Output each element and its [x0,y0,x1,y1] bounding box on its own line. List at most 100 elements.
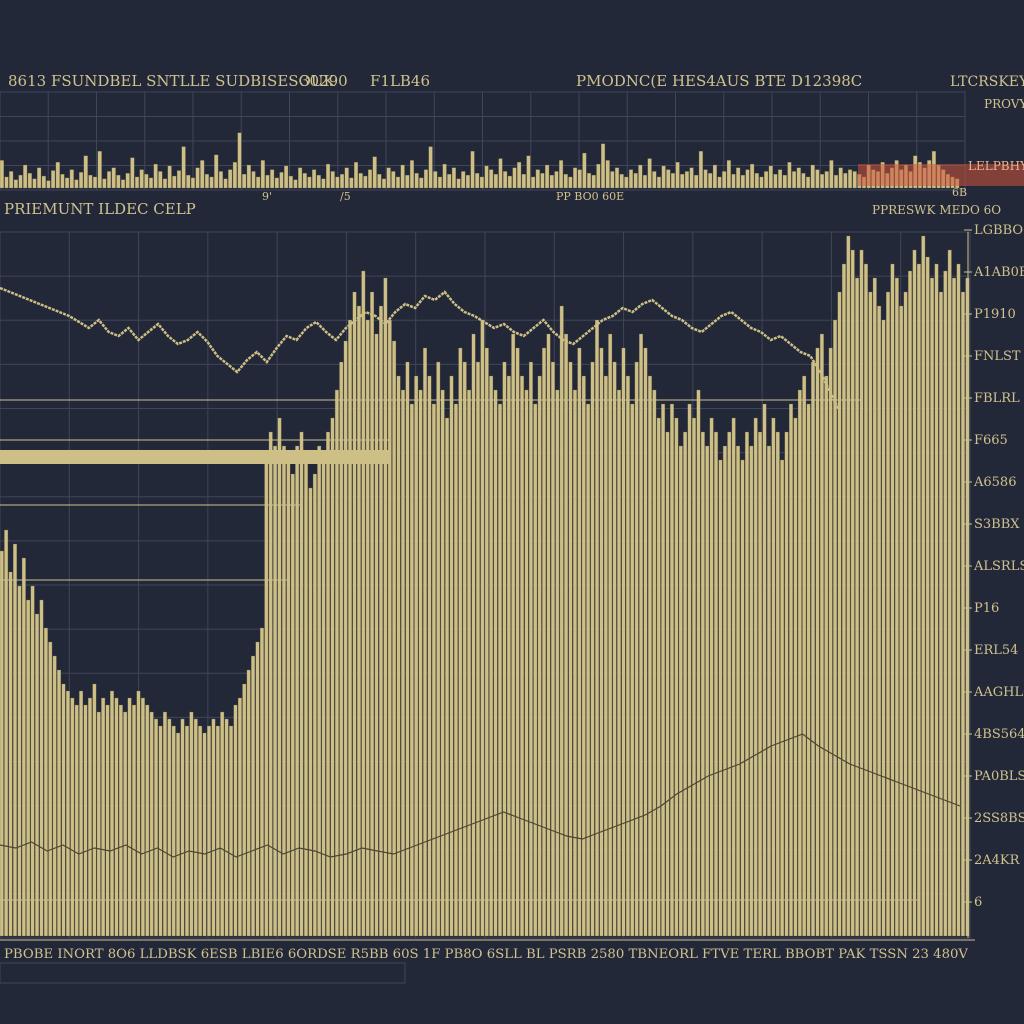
upper-volume-bar [423,169,428,189]
upper-volume-bar [666,169,671,189]
main-volume-bar [211,718,216,937]
upper-volume-bar [554,171,559,189]
main-volume-bar [220,711,225,937]
upper-volume-bar [148,177,154,189]
main-volume-bar [489,375,494,937]
upper-volume-bar [768,165,773,189]
main-volume-bar [498,403,502,937]
upper-volume-bar [228,169,233,189]
main-volume-bar [476,361,480,937]
upper-volume-bar [97,151,102,189]
main-volume-bar [894,277,899,937]
upper-volume-bar [79,172,84,189]
main-volume-bar [65,690,70,937]
upper-volume-bar [186,174,191,189]
upper-volume-bar [601,143,606,189]
upper-volume-bar [293,179,298,189]
upper-volume-bar [573,167,578,189]
main-volume-bar [617,389,621,937]
upper-volume-bar [493,174,498,189]
main-volume-bar [656,417,661,937]
main-volume-bar [445,417,450,937]
upper-volume-bar [829,160,834,189]
upper-volume-bar [512,167,517,189]
upper-volume-bar [540,173,545,189]
main-volume-bar [555,389,560,937]
bottom-axis-labels: PBOBE INORT 8O6 LLDBSK 6ESB LBIE6 6ORDSE… [4,947,969,962]
upper-volume-bar [218,171,223,189]
main-volume-bar [868,291,873,937]
main-volume-bar [947,249,952,937]
main-volume-bar [198,725,203,937]
upper-volume-bar [204,174,209,189]
main-volume-bar [833,319,838,937]
main-volume-bar [180,718,185,937]
upper-volume-bar [610,171,615,189]
main-volume-bar [259,627,264,937]
upper-volume-bar [712,164,717,189]
main-volume-bar [956,263,961,937]
upper-volume-bar [51,170,56,189]
main-volume-bar [21,557,26,937]
upper-volume-bar [116,174,121,189]
main-volume-bar [48,641,53,937]
upper-volume-bar [489,169,494,189]
upper-volume-bar [605,160,610,189]
main-volume-bar [912,249,917,937]
upper-volume-bar [619,174,624,189]
main-volume-bar [921,235,926,937]
upper-volume-bar [461,171,466,189]
main-volume-bar [515,347,520,937]
main-volume-bar [603,375,608,937]
main-volume-bar [52,655,57,937]
main-volume-bar [427,375,432,937]
upper-volume-bar [717,176,722,189]
upper-volume-bar [428,146,433,189]
main-volume-bar [916,263,921,937]
upper-volume-bar [200,160,205,189]
main-volume-bar [326,431,330,937]
main-volume-bar [343,340,348,937]
upper-volume-bar [246,164,251,189]
main-volume-bar [387,319,392,937]
main-volume-bar [771,417,776,937]
main-volume-bar [727,431,732,937]
upper-volume-bar [680,174,685,189]
main-volume-bar [828,347,833,937]
price-axis-label: ERL54 [974,643,1018,658]
main-volume-bar [890,263,895,937]
header-center-mid-text: F1LB46 [370,72,430,90]
main-volume-bar [647,375,652,937]
upper-volume-bar [32,178,37,189]
upper-volume-bar [358,173,363,189]
main-volume-bar [246,669,251,937]
upper-volume-bar [354,162,359,189]
price-axis-label: F665 [974,433,1008,448]
main-volume-bar [149,711,154,937]
upper-volume-bar [65,177,70,189]
upper-volume-bar [176,170,181,189]
main-volume-bar [528,361,533,937]
upper-volume-bar [37,167,42,189]
upper-volume-bar [18,174,23,189]
main-volume-bar [612,361,617,937]
upper-volume-bar [284,165,289,189]
main-volume-bar [819,333,824,937]
main-volume-bar [542,347,547,937]
upper-volume-bar [689,167,694,189]
upper-volume-bar [260,160,265,189]
upper-volume-bar [517,162,522,189]
price-axis-label: ALSRLS [973,559,1024,574]
main-volume-bar [502,361,507,937]
main-volume-bar [590,361,595,937]
main-volume-bar [330,417,335,937]
header-left-text: 8613 FSUNDBEL SNTLLE SUDBISESOUK [8,72,335,90]
price-axis-label: A6586 [973,475,1016,490]
main-volume-bar [934,263,939,937]
upper-volume-bar [577,169,582,189]
main-volume-bar [295,445,300,937]
main-volume-bar [242,683,247,937]
main-volume-bar [643,347,648,937]
main-volume-bar [83,704,88,937]
main-volume-bar [793,417,798,937]
